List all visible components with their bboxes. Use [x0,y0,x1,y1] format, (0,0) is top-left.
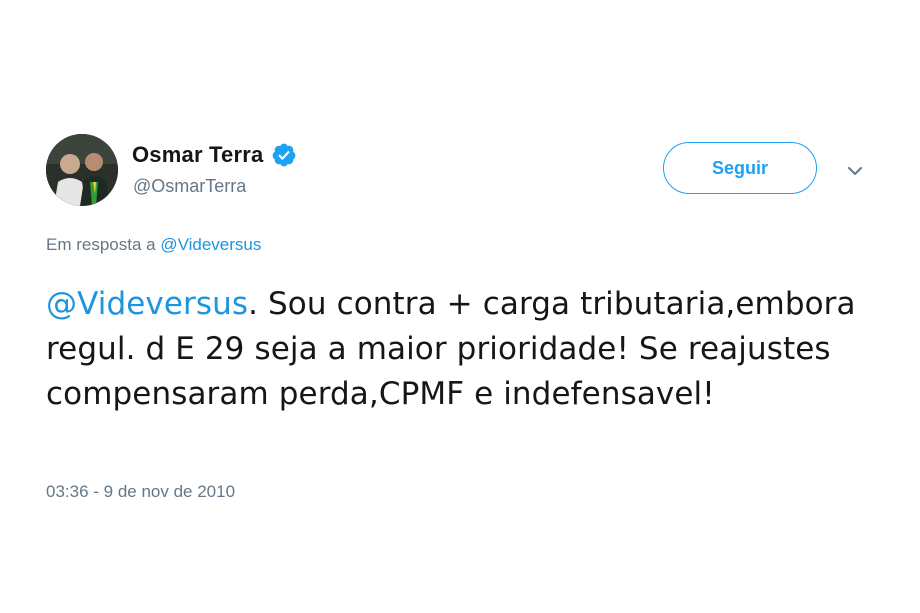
tweet-mention-link[interactable]: @Videversus [46,286,248,322]
tweet-card: Osmar Terra @OsmarTerra Seguir Em respos… [0,0,920,613]
chevron-down-icon[interactable] [844,160,866,182]
display-name[interactable]: Osmar Terra [132,142,263,168]
tweet-text: @Videversus. Sou contra + carga tributar… [46,282,876,417]
avatar[interactable] [46,134,118,206]
reply-context: Em resposta a @Videversus [46,235,261,255]
reply-prefix: Em resposta a [46,235,161,254]
reply-mention-link[interactable]: @Videversus [160,235,261,254]
follow-button[interactable]: Seguir [663,142,817,194]
handle[interactable]: @OsmarTerra [133,176,246,197]
timestamp[interactable]: 03:36 - 9 de nov de 2010 [46,482,235,502]
author-name-row: Osmar Terra [132,140,297,170]
verified-badge-icon [273,143,296,167]
